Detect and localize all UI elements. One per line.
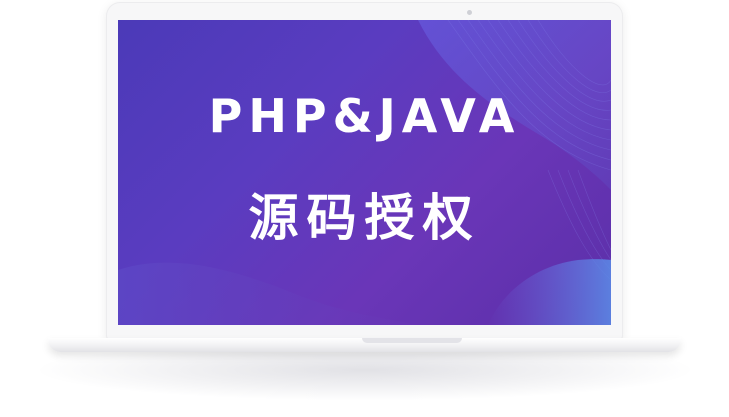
laptop-base	[48, 338, 681, 352]
bottom-right-wave	[488, 259, 611, 325]
screen-background-art	[118, 20, 611, 325]
laptop-screen: PHP&JAVA 源码授权	[118, 20, 611, 325]
headline-subtitle: 源码授权	[248, 189, 481, 247]
laptop-banner: PHP&JAVA 源码授权	[0, 0, 729, 417]
camera-dot	[467, 10, 472, 15]
headline-title: PHP&JAVA	[208, 89, 521, 143]
base-notch	[362, 338, 462, 343]
bottom-left-wave	[118, 262, 418, 325]
